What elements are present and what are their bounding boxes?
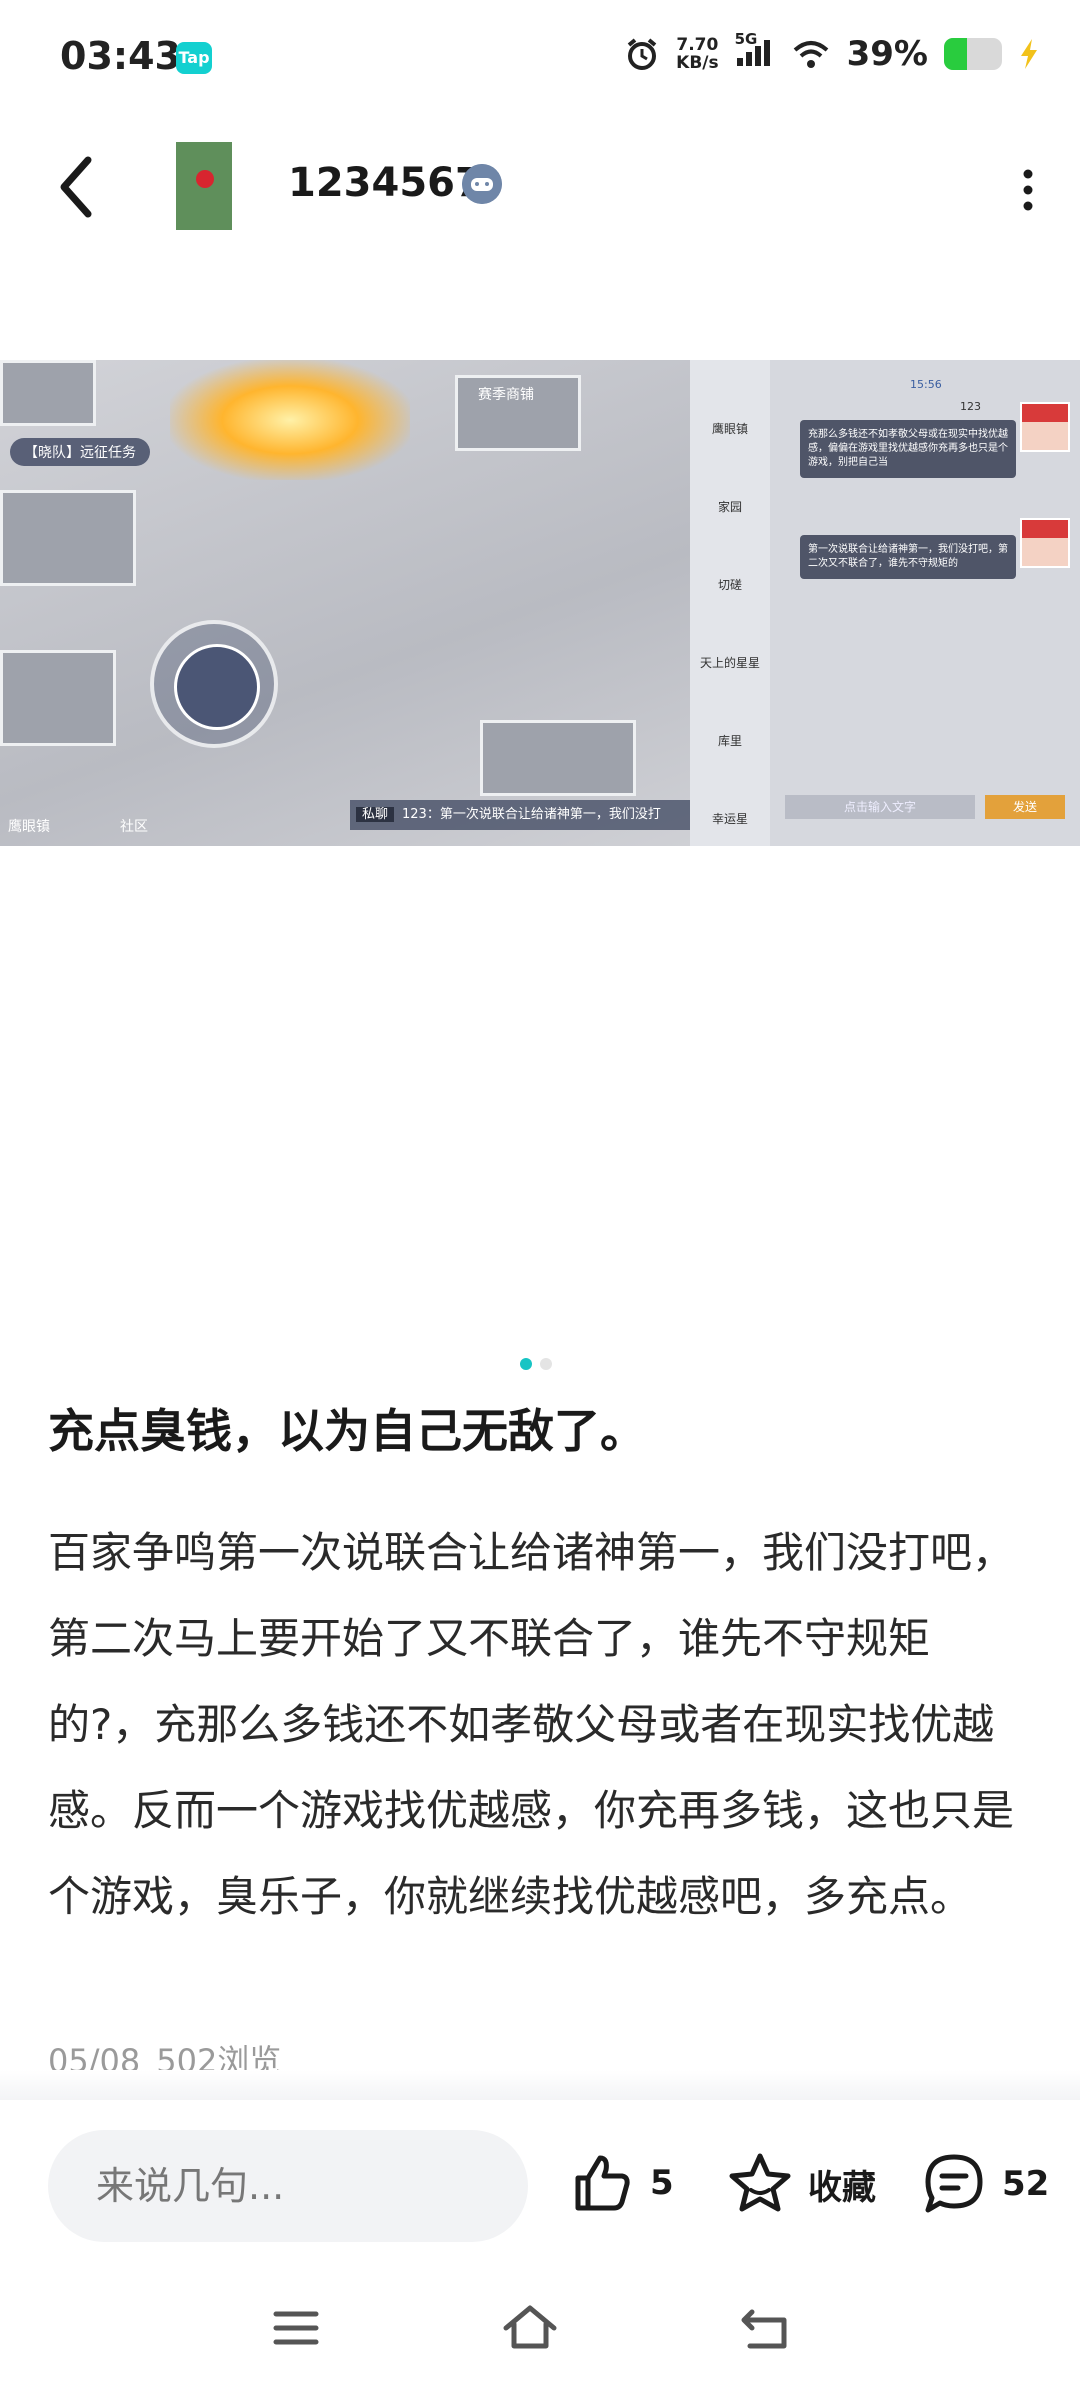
chat-bubble-1: 充那么多钱还不如孝敬父母或在现实中找优越感，偏偏在游戏里找优越感你充再多也只是个… [800,420,1016,478]
chat-tag: 私聊 [356,807,395,822]
chat-bubble-2: 第一次说联合让给诸神第一，我们没打吧，第二次又不联合了，谁先不守规矩的 [800,535,1016,579]
battery-percent: 39% [846,34,928,74]
team-task-banner: 【晓队】远征任务 [10,438,150,466]
flower-image [196,170,214,188]
carousel-dot [540,1358,552,1370]
post-image-carousel[interactable]: 赛季商铺 【晓队】远征任务 鹰眼镇 社区 私聊 123：第一次说联合让给诸神第一，… [0,360,1080,846]
thumbs-up-icon [575,2155,630,2211]
bottom-action-bar: 来说几句... 5 收藏 52 [0,2100,1080,2270]
home-icon[interactable] [500,2298,560,2358]
game-chat-input: 点击输入文字 [785,795,975,819]
game-side-menu: 鹰眼镇 家园 切磋 天上的星星 库里 幸运星 [690,360,770,846]
network-type: 5G [734,30,758,48]
system-nav-bar [0,2270,1080,2400]
post-header: 1234567 [0,130,1080,250]
menu-icon[interactable] [266,2298,326,2358]
favorite-button[interactable]: 收藏 [726,2150,876,2218]
run-icon [174,644,260,730]
player-avatar [1020,518,1070,568]
comment-bubble-icon [925,2154,983,2213]
like-button[interactable]: 5 [570,2150,674,2216]
shop-building: 赛季商铺 [455,375,581,451]
post-body: 百家争鸣第一次说联合让给诸神第一，我们没打吧，第二次马上要开始了又不联合了，谁先… [48,1528,1015,1921]
joystick [150,620,278,748]
status-icons: 7.70 KB/s 5G 39% [624,30,1040,74]
author-username[interactable]: 1234567 [288,160,483,206]
side-item: 家园 [717,500,742,514]
side-item: 幸运星 [711,812,748,826]
game-send-button: 发送 [985,795,1065,819]
alarm-icon [627,38,657,70]
building [0,650,116,746]
chat-bar-text: 123：第一次说联合让给诸神第一，我们没打 [402,807,661,822]
game-chat-bar: 私聊 123：第一次说联合让给诸神第一，我们没打 [350,800,696,830]
building [0,490,136,586]
chat-time: 15:56 [910,378,942,391]
explosion-effect [170,360,410,480]
comment-input[interactable]: 来说几句... [48,2130,528,2242]
status-bar: 03:43 Tap 7.70 KB/s 5G 39% [0,0,1080,120]
like-count: 5 [650,2163,674,2203]
bottom-label-1: 鹰眼镇 [8,819,50,835]
bottom-label-2: 社区 [120,819,148,835]
comment-button[interactable]: 52 [920,2150,1049,2218]
network-speed-value: 7.70 [676,35,719,55]
side-menu-list: 鹰眼镇 家园 切磋 天上的星星 库里 幸运星 [694,390,766,846]
star-icon [729,2153,791,2212]
taptap-notification-icon: Tap [176,42,212,74]
post-title: 充点臭钱，以为自己无敌了。 [48,1404,646,1458]
charging-icon [1021,39,1037,69]
wifi-icon [793,41,828,68]
side-item: 库里 [717,734,742,748]
carousel-indicator [520,1358,552,1370]
comment-count: 52 [1002,2164,1050,2204]
battery-icon [944,38,1002,70]
network-speed: 7.70 KB/s [676,36,718,72]
side-item: 天上的星星 [699,656,760,670]
clock: 03:43 [60,34,181,78]
side-item: 切磋 [717,578,742,592]
gamepad-badge-icon [462,164,502,204]
building [0,360,96,426]
signal-group: 5G [735,30,775,72]
divider-shadow [0,2070,1080,2100]
game-chat-panel: 15:56 123 充那么多钱还不如孝敬父母或在现实中找优越感，偏偏在游戏里找优… [770,360,1080,846]
shop-label: 赛季商铺 [478,387,534,403]
building [480,720,636,796]
back-arrow-icon[interactable] [48,152,108,222]
network-speed-unit: KB/s [676,53,719,73]
back-nav-icon[interactable] [736,2298,796,2358]
player-avatar [1020,402,1070,452]
side-item: 鹰眼镇 [711,422,748,436]
more-options-icon[interactable] [1008,160,1048,220]
avatar[interactable] [176,142,232,230]
carousel-dot [520,1358,532,1370]
favorite-label: 收藏 [808,2167,876,2208]
chat-player-1: 123 [960,400,981,413]
